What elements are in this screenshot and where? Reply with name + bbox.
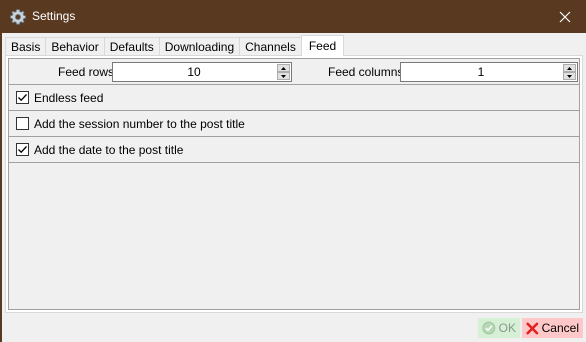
cancel-button-label: Cancel bbox=[541, 321, 579, 335]
dialog-client-area: Basis Behavior Defaults Downloading Chan… bbox=[2, 33, 586, 342]
settings-window: Settings Basis Behavior Defaults Downloa… bbox=[0, 0, 586, 342]
checkmark-icon bbox=[18, 94, 27, 102]
arrow-down-icon bbox=[281, 74, 286, 78]
gear-icon bbox=[10, 9, 26, 25]
session-number-checkbox[interactable] bbox=[16, 117, 29, 130]
feed-columns-decrement[interactable] bbox=[563, 72, 576, 80]
session-number-label[interactable]: Add the session number to the post title bbox=[34, 117, 245, 131]
feed-rows-label: Feed rows bbox=[58, 65, 115, 79]
feed-rows-decrement[interactable] bbox=[277, 72, 290, 80]
close-button[interactable] bbox=[543, 1, 586, 33]
endless-feed-checkbox[interactable] bbox=[16, 91, 29, 104]
feed-columns-increment[interactable] bbox=[563, 64, 576, 72]
feed-rows-increment[interactable] bbox=[277, 64, 290, 72]
post-date-row: Add the date to the post title bbox=[9, 137, 579, 163]
feed-columns-spin-buttons bbox=[563, 64, 576, 80]
endless-feed-label[interactable]: Endless feed bbox=[34, 91, 103, 105]
arrow-up-icon bbox=[281, 66, 286, 70]
tab-basis[interactable]: Basis bbox=[5, 37, 47, 56]
tab-feed[interactable]: Feed bbox=[300, 35, 345, 56]
close-icon bbox=[559, 11, 571, 23]
check-circle-icon bbox=[482, 321, 496, 335]
endless-feed-row: Endless feed bbox=[9, 85, 579, 111]
tab-behavior[interactable]: Behavior bbox=[45, 37, 105, 56]
feed-rows-spin-buttons bbox=[277, 64, 290, 80]
tab-downloading[interactable]: Downloading bbox=[158, 37, 241, 56]
session-number-row: Add the session number to the post title bbox=[9, 111, 579, 137]
ok-button-label: OK bbox=[498, 321, 516, 335]
tab-strip: Basis Behavior Defaults Downloading Chan… bbox=[5, 35, 345, 56]
feed-size-row: Feed rows 10 Feed columns 1 bbox=[9, 59, 579, 85]
feed-tab-panel: Feed rows 10 Feed columns 1 Endless feed… bbox=[5, 55, 583, 313]
feed-columns-stepper[interactable]: 1 bbox=[400, 62, 578, 82]
red-x-icon bbox=[526, 322, 539, 334]
feed-rows-value[interactable]: 10 bbox=[113, 63, 275, 81]
feed-columns-label: Feed columns bbox=[328, 65, 404, 79]
feed-settings-table: Feed rows 10 Feed columns 1 Endless feed… bbox=[8, 58, 580, 310]
tab-channels[interactable]: Channels bbox=[239, 37, 302, 56]
checkmark-icon bbox=[18, 146, 27, 154]
post-date-label[interactable]: Add the date to the post title bbox=[34, 143, 183, 157]
title-bar[interactable]: Settings bbox=[1, 1, 586, 33]
window-title: Settings bbox=[32, 9, 76, 23]
post-date-checkbox[interactable] bbox=[16, 143, 29, 156]
cancel-button[interactable]: Cancel bbox=[522, 318, 583, 338]
feed-rows-stepper[interactable]: 10 bbox=[112, 62, 292, 82]
arrow-down-icon bbox=[567, 74, 572, 78]
arrow-up-icon bbox=[567, 66, 572, 70]
feed-columns-value[interactable]: 1 bbox=[401, 63, 561, 81]
tab-defaults[interactable]: Defaults bbox=[103, 37, 160, 56]
ok-button[interactable]: OK bbox=[478, 318, 520, 338]
